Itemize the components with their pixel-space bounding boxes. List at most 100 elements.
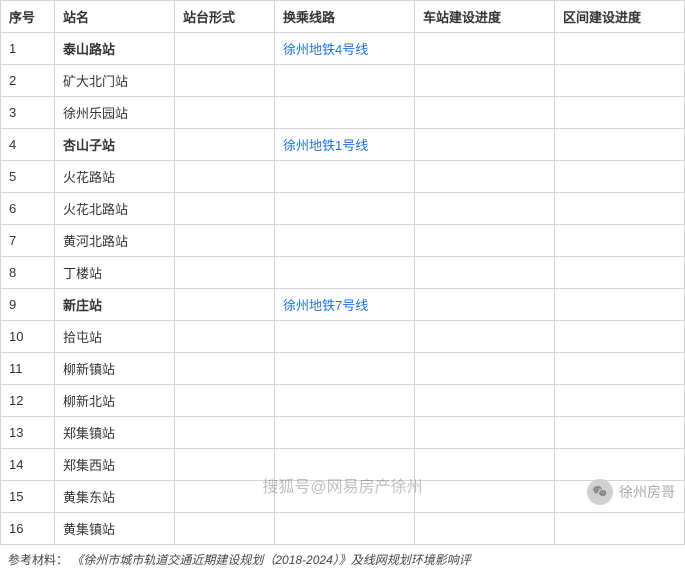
cell-name: 黄集镇站	[55, 513, 175, 545]
cell-num: 3	[1, 97, 55, 129]
cell-transfer	[275, 257, 415, 289]
cell-section-progress	[555, 321, 685, 353]
cell-num: 2	[1, 65, 55, 97]
cell-transfer	[275, 97, 415, 129]
stations-table: 序号 站名 站台形式 换乘线路 车站建设进度 区间建设进度 1泰山路站徐州地铁4…	[0, 0, 685, 545]
table-row: 16黄集镇站	[1, 513, 685, 545]
cell-platform	[175, 161, 275, 193]
cell-transfer	[275, 417, 415, 449]
cell-transfer: 徐州地铁7号线	[275, 289, 415, 321]
cell-num: 15	[1, 481, 55, 513]
table-row: 9新庄站徐州地铁7号线	[1, 289, 685, 321]
cell-platform	[175, 97, 275, 129]
cell-name: 黄河北路站	[55, 225, 175, 257]
cell-station-progress	[415, 321, 555, 353]
cell-station-progress	[415, 129, 555, 161]
cell-name: 徐州乐园站	[55, 97, 175, 129]
table-row: 11柳新镇站	[1, 353, 685, 385]
cell-transfer: 徐州地铁1号线	[275, 129, 415, 161]
cell-section-progress	[555, 385, 685, 417]
table-row: 2矿大北门站	[1, 65, 685, 97]
table-row: 4杏山子站徐州地铁1号线	[1, 129, 685, 161]
cell-station-progress	[415, 513, 555, 545]
footnote-text: 《徐州市城市轨道交通近期建设规划（2018-2024）》及线网规划环境影响评	[71, 553, 470, 567]
cell-section-progress	[555, 353, 685, 385]
cell-station-progress	[415, 161, 555, 193]
cell-station-progress	[415, 33, 555, 65]
cell-platform	[175, 481, 275, 513]
cell-transfer	[275, 65, 415, 97]
transfer-link[interactable]: 徐州地铁1号线	[283, 138, 368, 153]
header-num: 序号	[1, 1, 55, 33]
cell-section-progress	[555, 161, 685, 193]
cell-num: 4	[1, 129, 55, 161]
cell-section-progress	[555, 193, 685, 225]
cell-transfer	[275, 161, 415, 193]
cell-num: 7	[1, 225, 55, 257]
table-row: 10拾屯站	[1, 321, 685, 353]
header-section-progress: 区间建设进度	[555, 1, 685, 33]
cell-station-progress	[415, 65, 555, 97]
cell-platform	[175, 193, 275, 225]
cell-platform	[175, 225, 275, 257]
footnote-label: 参考材料：	[8, 553, 68, 567]
cell-platform	[175, 353, 275, 385]
table-row: 3徐州乐园站	[1, 97, 685, 129]
header-platform: 站台形式	[175, 1, 275, 33]
cell-station-progress	[415, 289, 555, 321]
cell-station-progress	[415, 193, 555, 225]
cell-station-progress	[415, 417, 555, 449]
transfer-link[interactable]: 徐州地铁4号线	[283, 42, 368, 57]
cell-transfer: 徐州地铁4号线	[275, 33, 415, 65]
cell-platform	[175, 257, 275, 289]
table-row: 13郑集镇站	[1, 417, 685, 449]
cell-name: 泰山路站	[55, 33, 175, 65]
table-row: 5火花路站	[1, 161, 685, 193]
cell-station-progress	[415, 481, 555, 513]
cell-name: 丁楼站	[55, 257, 175, 289]
cell-name: 柳新北站	[55, 385, 175, 417]
table-row: 6火花北路站	[1, 193, 685, 225]
cell-section-progress	[555, 97, 685, 129]
cell-num: 8	[1, 257, 55, 289]
cell-station-progress	[415, 353, 555, 385]
table-row: 8丁楼站	[1, 257, 685, 289]
cell-platform	[175, 449, 275, 481]
cell-platform	[175, 65, 275, 97]
cell-section-progress	[555, 257, 685, 289]
table-row: 12柳新北站	[1, 385, 685, 417]
cell-section-progress	[555, 417, 685, 449]
cell-name: 郑集西站	[55, 449, 175, 481]
cell-num: 14	[1, 449, 55, 481]
cell-platform	[175, 513, 275, 545]
cell-num: 10	[1, 321, 55, 353]
cell-name: 郑集镇站	[55, 417, 175, 449]
cell-name: 新庄站	[55, 289, 175, 321]
cell-platform	[175, 385, 275, 417]
cell-name: 拾屯站	[55, 321, 175, 353]
cell-section-progress	[555, 481, 685, 513]
table-row: 1泰山路站 徐州地铁4号线	[1, 33, 685, 65]
cell-section-progress	[555, 129, 685, 161]
cell-section-progress	[555, 289, 685, 321]
cell-transfer	[275, 193, 415, 225]
cell-name: 矿大北门站	[55, 65, 175, 97]
cell-transfer	[275, 449, 415, 481]
cell-platform	[175, 33, 275, 65]
cell-transfer	[275, 385, 415, 417]
transfer-link[interactable]: 徐州地铁7号线	[283, 298, 368, 313]
cell-transfer	[275, 321, 415, 353]
cell-name: 火花北路站	[55, 193, 175, 225]
cell-transfer	[275, 225, 415, 257]
cell-section-progress	[555, 449, 685, 481]
cell-num: 1	[1, 33, 55, 65]
header-name: 站名	[55, 1, 175, 33]
cell-num: 5	[1, 161, 55, 193]
cell-name: 黄集东站	[55, 481, 175, 513]
cell-transfer	[275, 513, 415, 545]
table-row: 7黄河北路站	[1, 225, 685, 257]
cell-num: 12	[1, 385, 55, 417]
cell-num: 16	[1, 513, 55, 545]
cell-station-progress	[415, 385, 555, 417]
cell-transfer	[275, 481, 415, 513]
